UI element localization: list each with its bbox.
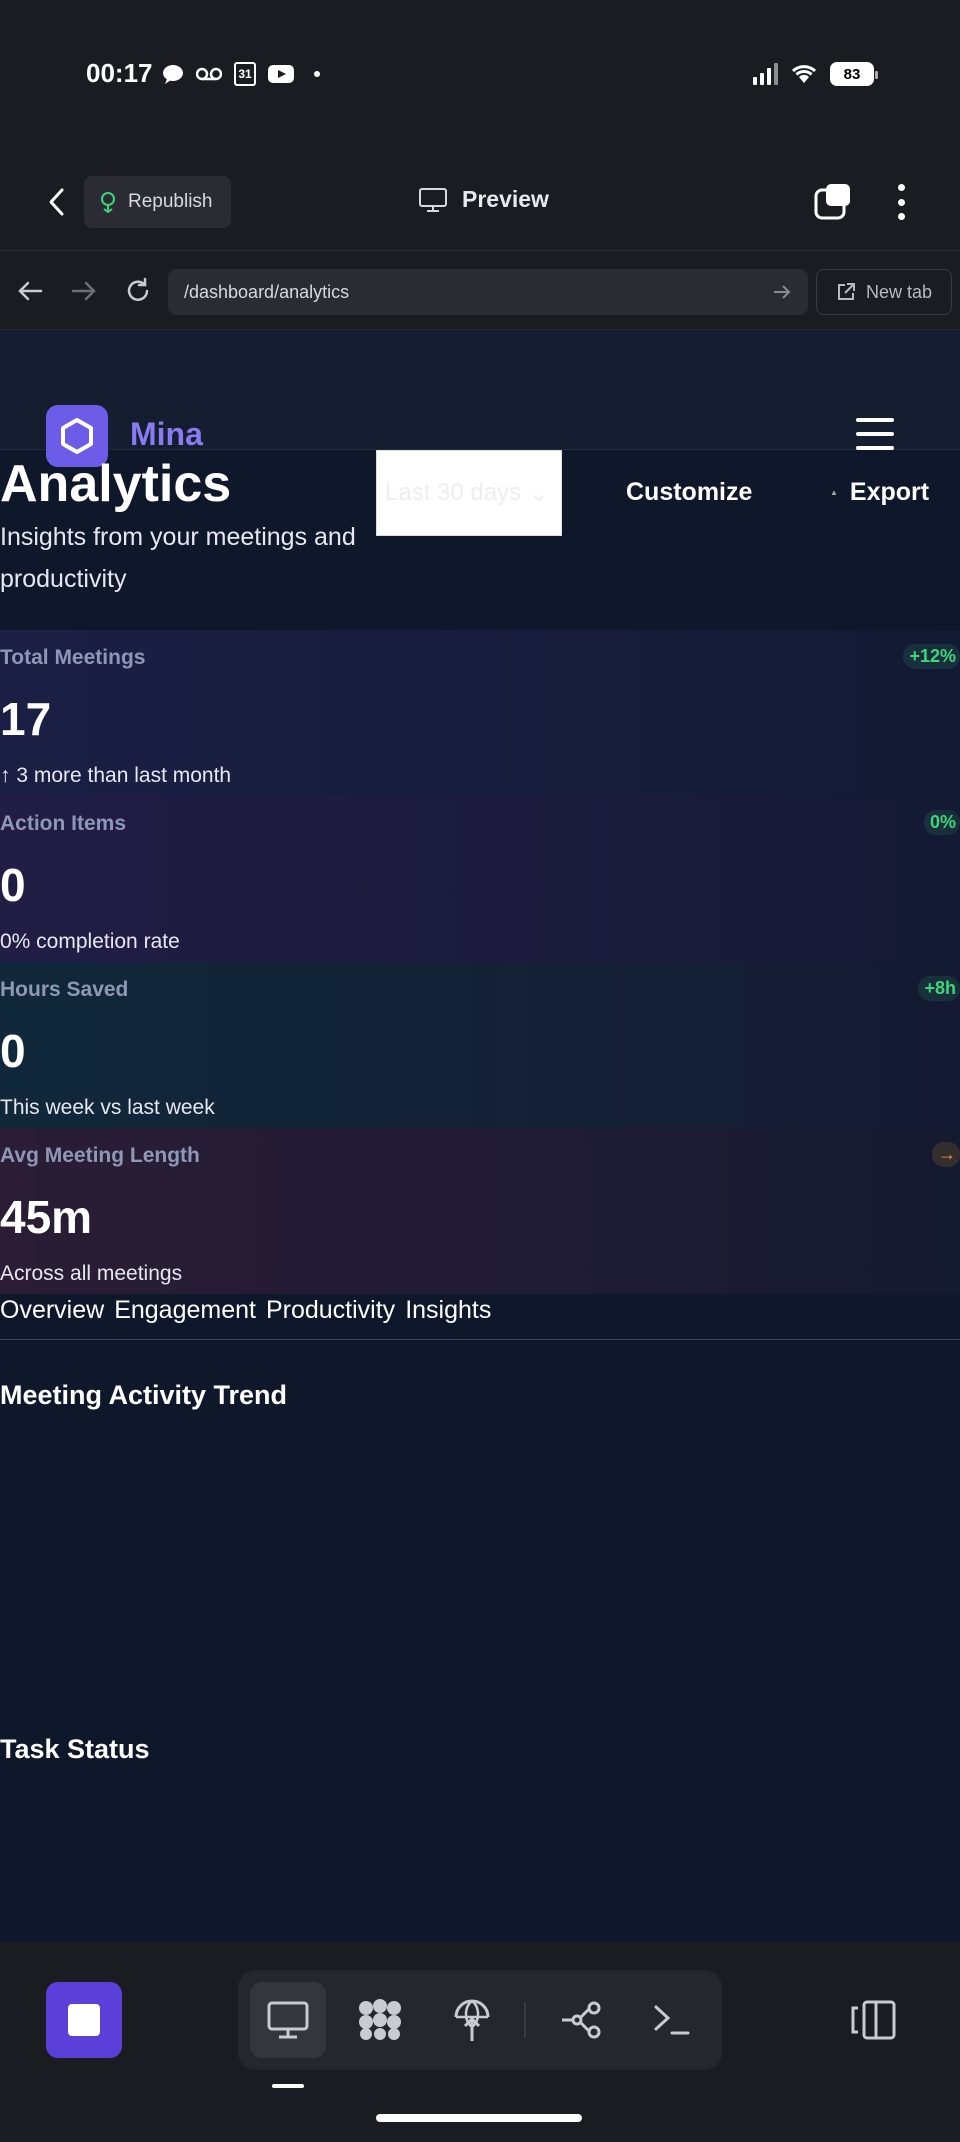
publish-tool-button[interactable] xyxy=(434,1982,510,2058)
date-range-select[interactable]: Last 30 days ⌄ xyxy=(376,450,562,536)
browser-back-icon[interactable] xyxy=(12,273,48,309)
metric-badge: → xyxy=(932,1142,960,1167)
metric-label: Hours Saved xyxy=(0,978,129,1001)
voicemail-icon xyxy=(196,67,222,81)
tab-overview[interactable]: Overview xyxy=(0,1296,104,1339)
preview-label: Preview xyxy=(462,186,549,212)
rocket-icon xyxy=(101,192,115,213)
brand-name[interactable]: Mina xyxy=(130,416,203,453)
export-label: Export xyxy=(849,478,930,506)
editor-top-bar: Republish Preview xyxy=(0,150,960,250)
task-status-title: Task Status xyxy=(0,1734,150,1764)
signal-icon xyxy=(753,63,778,85)
metric-note: Across all meetings xyxy=(0,1262,183,1285)
tabs-icon[interactable] xyxy=(812,182,856,222)
metric-card-action-items[interactable]: Action Items 0% 0 0% completion rate xyxy=(0,796,960,962)
globe-upload-icon xyxy=(454,1999,490,2041)
go-arrow-icon[interactable] xyxy=(772,284,792,300)
app-viewport: Mina Analytics Insights from your meetin… xyxy=(0,330,960,1942)
metric-badge: 0% xyxy=(923,810,960,835)
metric-value: 0 xyxy=(0,1025,26,1077)
stop-icon xyxy=(68,2004,100,2036)
new-tab-label: New tab xyxy=(865,281,933,302)
metric-note: This week vs last week xyxy=(0,1096,215,1119)
metric-value: 17 xyxy=(0,693,52,745)
tool-group xyxy=(238,1970,722,2070)
export-icon: ▲ xyxy=(830,488,838,497)
git-branch-icon xyxy=(562,2001,601,2039)
page-subtitle: Insights from your meetings and producti… xyxy=(0,523,356,593)
chevron-down-icon: ⌄ xyxy=(529,479,550,507)
metric-card-hours-saved[interactable]: Hours Saved +8h 0 This week vs last week xyxy=(0,962,960,1128)
metric-value: 0 xyxy=(0,859,26,911)
republish-button[interactable]: Republish xyxy=(84,176,231,228)
back-button[interactable] xyxy=(36,180,76,224)
metric-card-total-meetings[interactable]: Total Meetings +12% 17 ↑ 3 more than las… xyxy=(0,630,960,796)
metric-label: Avg Meeting Length xyxy=(0,1144,200,1167)
chevron-left-icon xyxy=(49,188,64,216)
notification-dot xyxy=(314,71,320,77)
preview-tool-button[interactable] xyxy=(250,1982,326,2058)
status-bar: 00:17 31 83 xyxy=(0,0,960,150)
export-button[interactable]: ▲ Export xyxy=(830,478,929,507)
metric-label: Action Items xyxy=(0,812,127,835)
home-indicator[interactable] xyxy=(376,2114,582,2122)
tab-productivity[interactable]: Productivity xyxy=(266,1296,395,1339)
chat-bubble-icon xyxy=(163,65,183,84)
external-link-icon xyxy=(837,283,855,300)
stop-button[interactable] xyxy=(46,1982,122,2058)
more-options-icon[interactable] xyxy=(886,180,916,224)
calendar-icon: 31 xyxy=(234,62,256,86)
terminal-tool-button[interactable] xyxy=(634,1982,710,2058)
integrations-tool-button[interactable] xyxy=(342,1982,418,2058)
battery-icon: 83 xyxy=(830,62,878,86)
status-notification-icons: 31 xyxy=(162,62,320,86)
tab-insights[interactable]: Insights xyxy=(405,1296,491,1339)
metric-note: 0% completion rate xyxy=(0,930,180,953)
grid-blobs-icon xyxy=(359,1999,401,2040)
page-title: Analytics xyxy=(0,455,232,513)
monitor-icon xyxy=(419,187,447,212)
status-system-icons: 83 xyxy=(753,62,878,86)
editor-bottom-toolbar xyxy=(0,1942,960,2142)
refresh-icon[interactable] xyxy=(120,273,156,309)
republish-label: Republish xyxy=(128,191,213,212)
date-range-value: Last 30 days xyxy=(385,479,522,506)
metric-badge: +8h xyxy=(918,976,960,1001)
customize-button[interactable]: Customize xyxy=(626,478,752,507)
menu-icon[interactable] xyxy=(856,418,894,450)
url-text: /dashboard/analytics xyxy=(184,281,350,302)
toolbar-divider xyxy=(524,2002,526,2038)
browser-url-bar: /dashboard/analytics New tab xyxy=(0,250,960,330)
metric-value: 45m xyxy=(0,1191,93,1243)
new-tab-button[interactable]: New tab xyxy=(816,269,952,315)
app-header: Mina xyxy=(0,330,960,467)
browser-forward-icon[interactable] xyxy=(66,273,102,309)
wifi-icon xyxy=(791,65,817,83)
metric-card-avg-meeting-length[interactable]: Avg Meeting Length → 45m Across all meet… xyxy=(0,1128,960,1294)
workflow-tool-button[interactable] xyxy=(544,1982,620,2058)
metric-note: ↑ 3 more than last month xyxy=(0,764,232,787)
meeting-activity-trend-title: Meeting Activity Trend xyxy=(0,1380,288,1410)
youtube-icon xyxy=(268,65,294,83)
side-panel-icon[interactable] xyxy=(850,1998,898,2042)
terminal-icon xyxy=(654,2005,690,2035)
tab-engagement[interactable]: Engagement xyxy=(114,1296,256,1339)
metric-badge: +12% xyxy=(903,644,960,669)
metric-label: Total Meetings xyxy=(0,646,146,669)
preview-toggle[interactable]: Preview xyxy=(418,186,549,213)
analytics-tabs: Overview Engagement Productivity Insight… xyxy=(0,1296,960,1340)
active-tool-indicator xyxy=(272,2084,304,2088)
status-time: 00:17 xyxy=(86,58,153,88)
monitor-icon xyxy=(267,2001,309,2039)
url-input[interactable]: /dashboard/analytics xyxy=(168,269,808,315)
